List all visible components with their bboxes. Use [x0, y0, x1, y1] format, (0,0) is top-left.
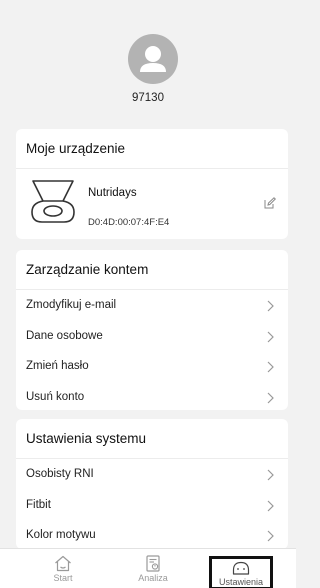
menu-item-label: Fitbit — [26, 498, 51, 511]
change-password-item[interactable]: Zmień hasło — [16, 351, 288, 382]
chevron-right-icon — [267, 300, 274, 312]
my-device-card: Moje urządzenie Nutridays D0:4D:00:07:4F… — [16, 129, 288, 239]
personal-data-item[interactable]: Dane osobowe — [16, 321, 288, 352]
bottom-tab-bar: Start Analiza Ustawienia — [0, 548, 296, 588]
tab-label: Ustawienia — [218, 577, 264, 587]
menu-item-label: Dane osobowe — [26, 329, 103, 342]
chevron-right-icon — [267, 361, 274, 373]
account-management-card: Zarządzanie kontem Zmodyfikuj e-mail Dan… — [16, 250, 288, 410]
menu-item-label: Usuń konto — [26, 390, 85, 403]
user-avatar-icon — [140, 46, 166, 72]
chevron-right-icon — [267, 392, 274, 403]
analysis-icon — [146, 555, 160, 572]
tab-start[interactable]: Start — [38, 549, 88, 588]
system-settings-title: Ustawienia systemu — [16, 419, 288, 459]
menu-item-label: Kolor motywu — [26, 529, 96, 541]
menu-item-label: Zmień hasło — [26, 360, 89, 372]
device-mac: D0:4D:00:07:4F:E4 — [88, 217, 170, 228]
theme-color-item[interactable]: Kolor motywu — [16, 520, 288, 549]
tab-ustawienia[interactable]: Ustawienia — [209, 556, 273, 588]
tab-label: Analiza — [138, 573, 168, 583]
scale-icon — [31, 180, 75, 223]
tab-analiza[interactable]: Analiza — [128, 549, 178, 588]
account-management-title: Zarządzanie kontem — [16, 250, 288, 290]
user-id: 97130 — [132, 92, 164, 104]
delete-account-item[interactable]: Usuń konto — [16, 382, 288, 411]
menu-item-label: Osobisty RNI — [26, 468, 94, 480]
device-name: Nutridays — [88, 187, 137, 199]
profile-header: 97130 — [0, 0, 296, 120]
chevron-right-icon — [267, 331, 274, 342]
chevron-right-icon — [267, 469, 274, 481]
fitbit-item[interactable]: Fitbit — [16, 490, 288, 521]
device-item[interactable]: Nutridays D0:4D:00:07:4F:E4 — [16, 169, 288, 239]
personal-rni-item[interactable]: Osobisty RNI — [16, 459, 288, 490]
system-settings-card: Ustawienia systemu Osobisty RNI Fitbit K… — [16, 419, 288, 549]
menu-item-label: Zmodyfikuj e-mail — [26, 299, 117, 311]
edit-icon[interactable] — [264, 197, 276, 209]
home-icon — [55, 555, 71, 572]
chevron-right-icon — [267, 500, 274, 511]
settings-face-icon — [232, 561, 250, 575]
modify-email-item[interactable]: Zmodyfikuj e-mail — [16, 290, 288, 321]
my-device-title: Moje urządzenie — [16, 129, 288, 169]
tab-label: Start — [53, 573, 73, 583]
chevron-right-icon — [267, 530, 274, 542]
avatar[interactable] — [128, 34, 178, 84]
